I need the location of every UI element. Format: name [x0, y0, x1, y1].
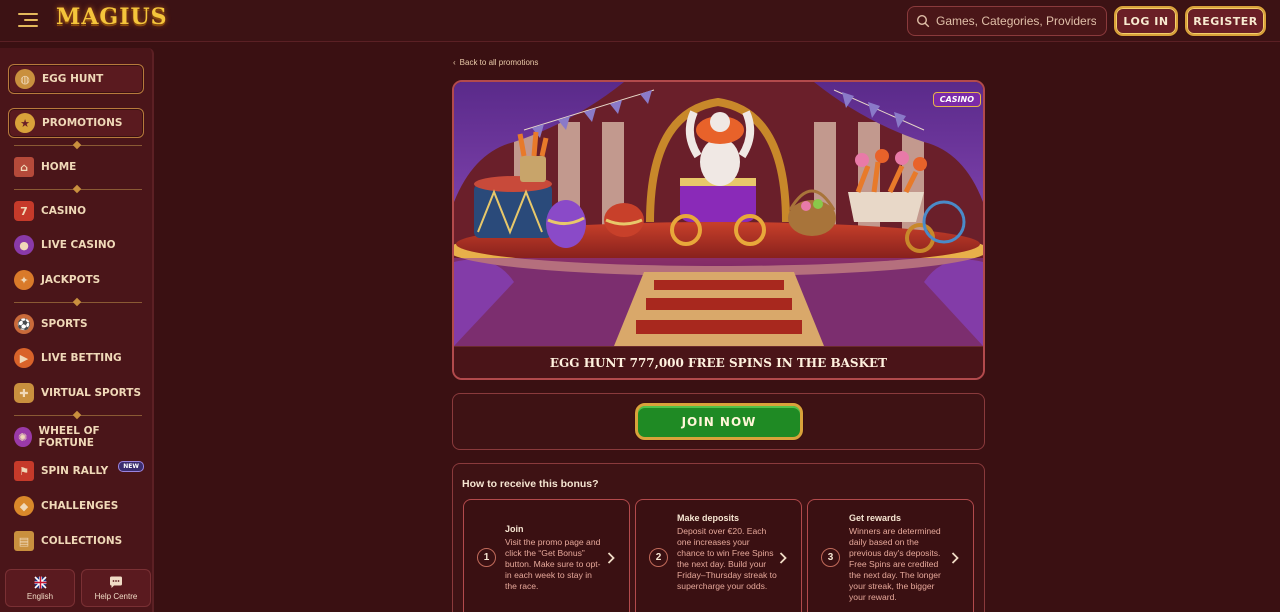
- chevron-right-icon: [607, 552, 615, 564]
- promo-banner-image: [454, 82, 983, 346]
- step-card-make-deposits: 2 Make deposits Deposit over €20. Each o…: [635, 499, 802, 612]
- step-title: Make deposits: [677, 513, 740, 523]
- sidebar-item-home[interactable]: ⌂ HOME: [8, 152, 144, 182]
- sidebar-item-label: WHEEL OF FORTUNE: [38, 425, 100, 449]
- live-betting-icon: ▶: [14, 348, 34, 368]
- chevron-left-icon: ‹: [453, 58, 456, 67]
- language-button[interactable]: English: [5, 569, 75, 607]
- sidebar-item-label: EGG HUNT: [42, 73, 104, 85]
- top-header: MAGIUS LOG IN REGISTER: [0, 0, 1280, 42]
- search-input[interactable]: [936, 14, 1096, 28]
- step-number: 3: [821, 548, 840, 567]
- live-casino-icon: ●: [14, 235, 34, 255]
- sidebar-item-label: VIRTUAL SPORTS: [41, 387, 142, 399]
- new-badge: NEW: [118, 461, 144, 472]
- sidebar-item-label: LIVE CASINO: [41, 239, 116, 251]
- sidebar-item-virtual-sports[interactable]: ✚ VIRTUAL SPORTS: [8, 378, 144, 408]
- sidebar-item-label: CHALLENGES: [41, 500, 119, 512]
- flag-icon: ⚑: [14, 461, 34, 481]
- sidebar-item-label: COLLECTIONS: [41, 535, 123, 547]
- site-logo[interactable]: MAGIUS: [56, 4, 168, 36]
- sidebar-item-spin-rally[interactable]: ⚑ SPIN RALLY NEW: [8, 456, 144, 486]
- join-now-button[interactable]: JOIN NOW: [635, 403, 803, 440]
- egg-icon: ◍: [15, 69, 35, 89]
- sidebar-item-promotions[interactable]: ★ PROMOTIONS: [8, 108, 144, 138]
- step-card-join: 1 Join Visit the promo page and click th…: [463, 499, 630, 612]
- register-button[interactable]: REGISTER: [1185, 6, 1266, 36]
- join-panel: JOIN NOW: [452, 393, 985, 450]
- step-card-get-rewards: 3 Get rewards Winners are determined dai…: [807, 499, 974, 612]
- uk-flag-icon: [33, 575, 47, 589]
- sidebar-divider: [14, 145, 142, 146]
- menu-icon[interactable]: [18, 12, 38, 28]
- sidebar-item-egg-hunt[interactable]: ◍ EGG HUNT: [8, 64, 144, 94]
- login-button[interactable]: LOG IN: [1114, 6, 1178, 36]
- challenges-icon: ◆: [14, 496, 34, 516]
- step-description: Visit the promo page and click the “Get …: [505, 537, 601, 591]
- step-number: 1: [477, 548, 496, 567]
- step-description: Deposit over €20. Each one increases you…: [677, 526, 777, 591]
- category-tag: CASINO: [932, 92, 981, 107]
- wheel-icon: ✺: [14, 427, 32, 447]
- sidebar-divider: [14, 302, 142, 303]
- sidebar-item-collections[interactable]: ▤ COLLECTIONS: [8, 526, 144, 556]
- search-icon: [916, 14, 930, 28]
- step-number: 2: [649, 548, 668, 567]
- sidebar-item-label: PROMOTIONS: [42, 117, 123, 129]
- sidebar-divider: [14, 415, 142, 416]
- slots-icon: 7: [14, 201, 34, 221]
- search-box[interactable]: [907, 6, 1107, 36]
- help-centre-label: Help Centre: [94, 591, 138, 601]
- sidebar-item-wheel-of-fortune[interactable]: ✺ WHEEL OF FORTUNE: [8, 422, 144, 452]
- sidebar-item-challenges[interactable]: ◆ CHALLENGES: [8, 491, 144, 521]
- sidebar-item-label: HOME: [41, 161, 77, 173]
- sidebar-item-casino[interactable]: 7 CASINO: [8, 196, 144, 226]
- sidebar-item-label: SPIN RALLY: [41, 465, 109, 477]
- how-to-receive-heading: How to receive this bonus?: [462, 478, 599, 490]
- sports-icon: ⚽: [14, 314, 34, 334]
- step-description: Winners are determined daily based on th…: [849, 526, 941, 602]
- chevron-right-icon: [951, 552, 959, 564]
- chat-bubble-icon: [110, 576, 122, 588]
- collections-icon: ▤: [14, 531, 34, 551]
- chevron-right-icon: [779, 552, 787, 564]
- sidebar: ◍ EGG HUNT ★ PROMOTIONS ⌂ HOME 7 CASINO …: [0, 48, 154, 612]
- sidebar-item-sports[interactable]: ⚽ SPORTS: [8, 309, 144, 339]
- back-link-label: Back to all promotions: [459, 58, 539, 67]
- step-title: Get rewards: [849, 513, 902, 523]
- sidebar-divider: [14, 189, 142, 190]
- sidebar-item-label: JACKPOTS: [41, 274, 101, 286]
- promo-banner: CASINO EGG HUNT 777,000 FREE SPINS IN TH…: [452, 80, 985, 380]
- sidebar-item-label: LIVE BETTING: [41, 352, 122, 364]
- sidebar-item-label: CASINO: [41, 205, 87, 217]
- step-title: Join: [505, 524, 524, 534]
- home-icon: ⌂: [14, 157, 34, 177]
- sidebar-item-label: SPORTS: [41, 318, 88, 330]
- gamepad-icon: ✚: [14, 383, 34, 403]
- jackpot-icon: ✦: [14, 270, 34, 290]
- sidebar-item-live-betting[interactable]: ▶ LIVE BETTING: [8, 343, 144, 373]
- sidebar-item-jackpots[interactable]: ✦ JACKPOTS: [8, 265, 144, 295]
- gift-icon: ★: [15, 113, 35, 133]
- promo-title: EGG HUNT 777,000 FREE SPINS IN THE BASKE…: [454, 346, 983, 378]
- sidebar-item-live-casino[interactable]: ● LIVE CASINO: [8, 230, 144, 260]
- help-centre-button[interactable]: Help Centre: [81, 569, 151, 607]
- back-to-promotions-link[interactable]: ‹ Back to all promotions: [453, 58, 538, 67]
- how-to-receive-panel: How to receive this bonus? 1 Join Visit …: [452, 463, 985, 612]
- language-label: English: [26, 591, 54, 601]
